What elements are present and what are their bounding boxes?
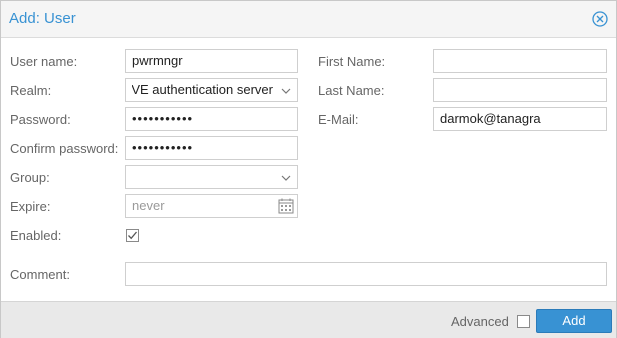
realm-value: Proxmox VE authentication server [132,82,273,97]
group-label: Group: [10,170,50,185]
password-label: Password: [10,112,71,127]
expire-date-field[interactable]: never [125,194,298,218]
dialog-titlebar: Add: User [1,1,616,38]
password-input[interactable]: ••••••••••• [125,107,298,131]
lastname-label: Last Name: [318,83,385,98]
advanced-checkbox[interactable] [517,315,530,328]
username-label: User name: [10,54,78,69]
realm-select[interactable]: Proxmox VE authentication server [125,78,298,102]
email-label: E-Mail: [318,112,359,127]
expire-label: Expire: [10,199,51,214]
advanced-label: Advanced [451,314,509,329]
enabled-checkbox[interactable] [126,229,139,242]
username-input[interactable]: pwrmngr [125,49,298,73]
lastname-input[interactable] [433,78,607,102]
realm-label: Realm: [10,83,52,98]
expire-value: never [132,198,165,213]
close-icon[interactable] [592,11,608,27]
chevron-down-icon[interactable] [279,83,293,97]
comment-label: Comment: [10,267,70,282]
group-select[interactable] [125,165,298,189]
confirm-password-input[interactable]: ••••••••••• [125,136,298,160]
comment-input[interactable] [125,262,607,286]
firstname-label: First Name: [318,54,386,69]
add-button[interactable]: Add [536,309,612,333]
confirm-password-label: Confirm password: [10,141,119,156]
chevron-down-icon[interactable] [279,170,293,184]
calendar-icon[interactable] [277,197,295,215]
email-input[interactable]: darmok@tanagra [433,107,607,131]
enabled-label: Enabled: [10,228,62,243]
dialog-title: Add: User [9,10,76,27]
firstname-input[interactable] [433,49,607,73]
add-user-dialog: Add: User User name: Realm: Password: Co… [0,0,617,338]
dialog-footer: Advanced Add [1,301,616,338]
